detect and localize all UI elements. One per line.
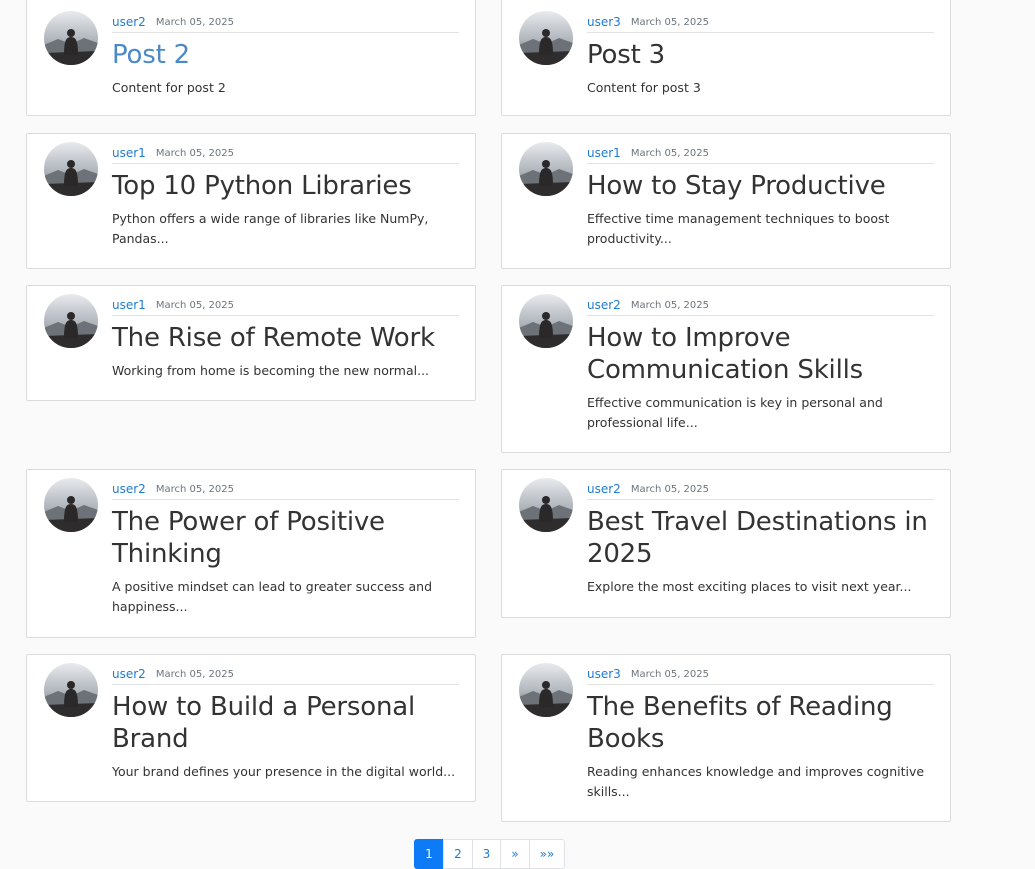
avatar[interactable] [44, 294, 98, 348]
post-card[interactable]: user2 March 05, 2025 How to Build a Pers… [26, 654, 476, 802]
post-date: March 05, 2025 [630, 300, 710, 311]
avatar[interactable] [519, 294, 573, 348]
page-3-button[interactable]: 3 [472, 839, 501, 869]
author-link[interactable]: user1 [587, 146, 621, 160]
post-card[interactable]: user2 March 05, 2025 How to Improve Comm… [501, 285, 951, 453]
next-page-button[interactable]: » [500, 839, 530, 869]
avatar[interactable] [519, 478, 573, 532]
post-excerpt: Reading enhances knowledge and improves … [587, 764, 925, 799]
author-link[interactable]: user1 [112, 146, 146, 160]
post-card[interactable]: user1 March 05, 2025 How to Stay Product… [501, 133, 951, 269]
post-excerpt: Working from home is becoming the new no… [112, 363, 430, 378]
post-date: March 05, 2025 [155, 17, 235, 28]
post-card[interactable]: user2 March 05, 2025 The Power of Positi… [26, 469, 476, 638]
post-card[interactable]: user2 March 05, 2025 Best Travel Destina… [501, 469, 951, 618]
post-title[interactable]: Best Travel Destinations in 2025 [587, 506, 934, 570]
post-title[interactable]: Post 3 [587, 39, 934, 71]
post-date: March 05, 2025 [155, 669, 235, 680]
post-title[interactable]: The Power of Positive Thinking [112, 506, 459, 570]
post-card[interactable]: user3 March 05, 2025 Post 3 Content for … [501, 0, 951, 116]
post-date: March 05, 2025 [155, 484, 235, 495]
post-excerpt: Content for post 3 [587, 80, 701, 95]
post-date: March 05, 2025 [630, 669, 710, 680]
post-title[interactable]: How to Build a Personal Brand [112, 691, 459, 755]
post-card[interactable]: user3 March 05, 2025 The Benefits of Rea… [501, 654, 951, 822]
avatar[interactable] [519, 142, 573, 196]
avatar[interactable] [44, 11, 98, 65]
post-excerpt: Effective communication is key in person… [587, 395, 883, 430]
avatar[interactable] [519, 663, 573, 717]
post-excerpt: Your brand defines your presence in the … [112, 764, 456, 779]
post-card[interactable]: user2 March 05, 2025 Post 2 Content for … [26, 0, 476, 116]
post-date: March 05, 2025 [155, 300, 235, 311]
post-title[interactable]: How to Stay Productive [587, 170, 934, 202]
last-page-button[interactable]: »» [529, 839, 565, 869]
post-title[interactable]: The Benefits of Reading Books [587, 691, 934, 755]
author-link[interactable]: user1 [112, 298, 146, 312]
author-link[interactable]: user2 [112, 15, 146, 29]
author-link[interactable]: user2 [587, 298, 621, 312]
post-title[interactable]: Post 2 [112, 39, 459, 71]
post-card[interactable]: user1 March 05, 2025 Top 10 Python Libra… [26, 133, 476, 269]
post-excerpt: A positive mindset can lead to greater s… [112, 579, 433, 614]
post-card[interactable]: user1 March 05, 2025 The Rise of Remote … [26, 285, 476, 401]
post-excerpt: Content for post 2 [112, 80, 226, 95]
post-date: March 05, 2025 [155, 148, 235, 159]
post-date: March 05, 2025 [630, 17, 710, 28]
author-link[interactable]: user2 [112, 667, 146, 681]
post-title[interactable]: Top 10 Python Libraries [112, 170, 459, 202]
page-2-button[interactable]: 2 [443, 839, 473, 869]
avatar[interactable] [519, 11, 573, 65]
page-1-button[interactable]: 1 [414, 839, 444, 869]
post-excerpt: Python offers a wide range of libraries … [112, 211, 429, 246]
post-excerpt: Effective time management techniques to … [587, 211, 890, 246]
author-link[interactable]: user2 [587, 482, 621, 496]
avatar[interactable] [44, 142, 98, 196]
post-date: March 05, 2025 [630, 484, 710, 495]
post-title[interactable]: How to Improve Communication Skills [587, 322, 934, 386]
author-link[interactable]: user3 [587, 667, 621, 681]
avatar[interactable] [44, 663, 98, 717]
avatar[interactable] [44, 478, 98, 532]
author-link[interactable]: user2 [112, 482, 146, 496]
post-date: March 05, 2025 [630, 148, 710, 159]
pagination: 1 2 3 » »» [414, 839, 565, 869]
post-excerpt: Explore the most exciting places to visi… [587, 579, 912, 594]
post-title[interactable]: The Rise of Remote Work [112, 322, 459, 354]
author-link[interactable]: user3 [587, 15, 621, 29]
